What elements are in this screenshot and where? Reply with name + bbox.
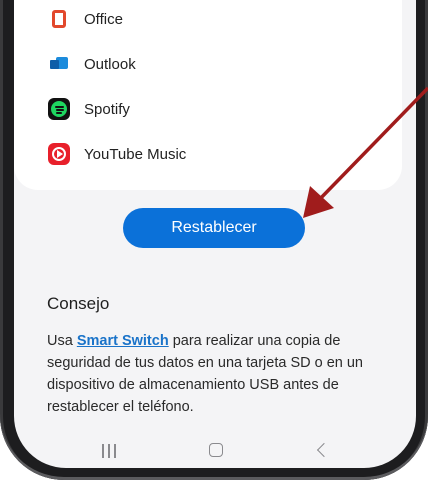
app-item-outlook: Outlook	[48, 50, 136, 78]
screen: Office Outlook Spotify YouTube Music Res…	[14, 0, 416, 468]
app-item-office: Office	[48, 5, 123, 33]
smart-switch-link[interactable]: Smart Switch	[77, 333, 169, 349]
app-label: Outlook	[84, 55, 136, 73]
app-item-youtube-music: YouTube Music	[48, 140, 186, 168]
office-icon	[48, 8, 70, 30]
tip-text-before: Usa	[47, 333, 77, 349]
youtube-music-icon	[48, 143, 70, 165]
recents-icon[interactable]	[102, 444, 116, 458]
back-icon[interactable]	[316, 442, 332, 458]
app-list-card: Office Outlook Spotify YouTube Music	[14, 0, 402, 190]
outlook-icon	[48, 53, 70, 75]
tip-text: Usa Smart Switch para realizar una copia…	[47, 330, 392, 418]
app-item-spotify: Spotify	[48, 95, 130, 123]
tip-title: Consejo	[47, 294, 110, 313]
app-label: Spotify	[84, 100, 130, 118]
home-icon[interactable]	[209, 443, 223, 457]
navigation-bar	[14, 436, 416, 466]
reset-button[interactable]: Restablecer	[123, 208, 305, 248]
spotify-icon	[48, 98, 70, 120]
app-label: Office	[84, 10, 123, 28]
app-label: YouTube Music	[84, 145, 187, 163]
